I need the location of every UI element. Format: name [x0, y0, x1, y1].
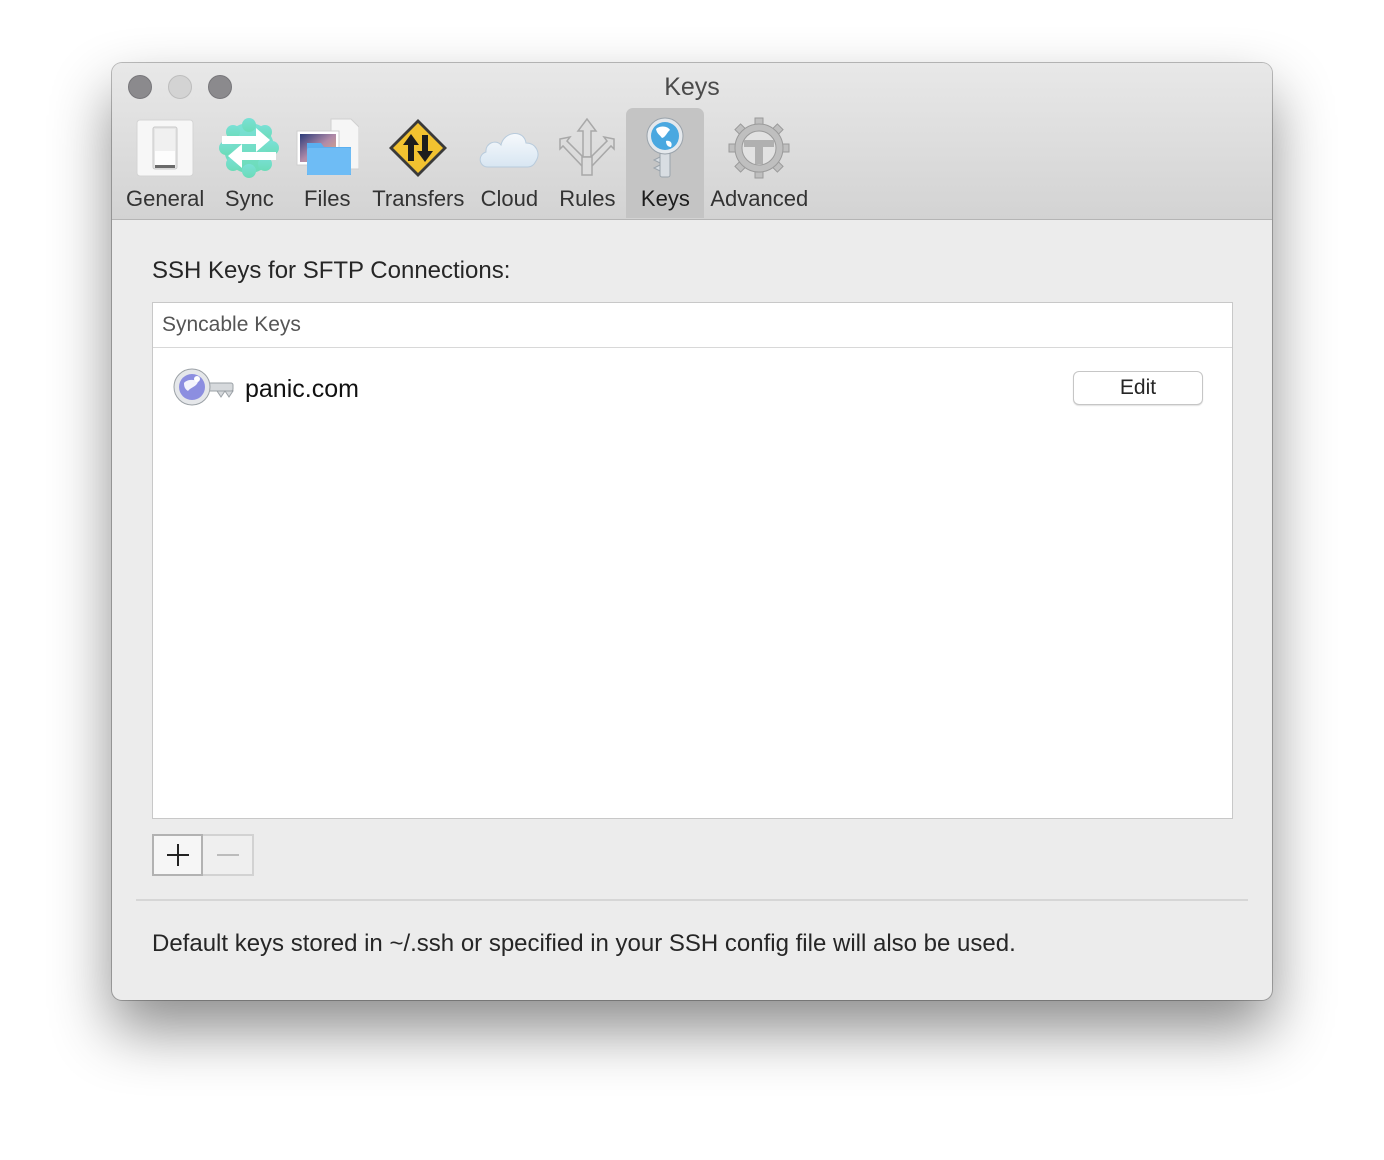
plus-icon: [166, 844, 189, 866]
tab-keys[interactable]: Keys: [626, 108, 705, 218]
table-header: Syncable Keys: [153, 303, 1232, 348]
tab-files[interactable]: Files: [288, 108, 366, 218]
tab-advanced-label: Advanced: [710, 186, 809, 211]
section-title: SSH Keys for SFTP Connections:: [152, 257, 511, 284]
titlebar: Keys General Sync Files Transfers Cloud …: [112, 63, 1272, 220]
key-name: panic.com: [245, 374, 359, 403]
cloud-icon: [476, 116, 542, 180]
branching-arrows-icon: [554, 116, 620, 180]
gear-icon: [726, 116, 792, 180]
preferences-window: Keys General Sync Files Transfers Cloud …: [112, 63, 1272, 1000]
preferences-toolbar: General Sync Files Transfers Cloud Rules…: [120, 108, 814, 218]
window-title: Keys: [664, 73, 720, 101]
tab-sync[interactable]: Sync: [210, 108, 288, 218]
tab-rules-label: Rules: [559, 186, 616, 211]
sync-arrows-icon: [216, 116, 282, 180]
tab-cloud[interactable]: Cloud: [470, 108, 548, 218]
globe-key-icon: [632, 116, 698, 180]
add-remove-control: [152, 834, 254, 876]
minus-icon: [216, 854, 239, 856]
footer-note: Default keys stored in ~/.ssh or specifi…: [152, 930, 1016, 957]
table-row[interactable]: panic.com Edit: [153, 348, 1232, 430]
key-icon: [173, 367, 235, 412]
tab-cloud-label: Cloud: [480, 186, 539, 211]
add-key-button[interactable]: [152, 834, 203, 876]
tab-general[interactable]: General: [120, 108, 210, 218]
tab-files-label: Files: [304, 186, 351, 211]
files-folder-icon: [294, 116, 360, 180]
tab-general-label: General: [126, 186, 205, 211]
remove-key-button[interactable]: [203, 834, 254, 876]
edit-key-button[interactable]: Edit: [1073, 371, 1203, 405]
tab-transfers-label: Transfers: [372, 186, 465, 211]
light-switch-icon: [132, 116, 198, 180]
tab-sync-label: Sync: [224, 186, 274, 211]
tab-rules[interactable]: Rules: [548, 108, 626, 218]
traffic-sign-arrows-icon: [385, 116, 451, 180]
tab-transfers[interactable]: Transfers: [366, 108, 470, 218]
tab-advanced[interactable]: Advanced: [704, 108, 814, 218]
tab-keys-label: Keys: [640, 186, 690, 211]
keys-table: Syncable Keys panic.com Edit: [152, 302, 1233, 819]
separator: [136, 899, 1248, 901]
